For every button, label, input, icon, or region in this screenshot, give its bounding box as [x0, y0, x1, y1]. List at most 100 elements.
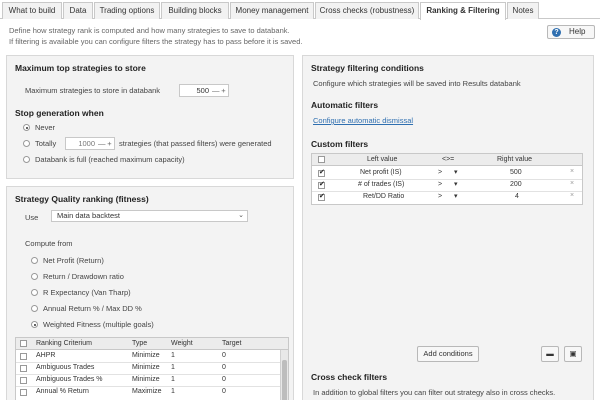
fitness-option-label: Annual Return % / Max DD %	[43, 304, 142, 313]
stop-generation-title: Stop generation when	[15, 108, 104, 118]
type-cell[interactable]: Minimize	[132, 363, 160, 373]
filter-row-checkbox[interactable]	[318, 192, 325, 201]
save-icon: ▣	[569, 349, 577, 358]
column-header: Left value	[367, 156, 398, 163]
max-strategies-stepper[interactable]: 500 — +	[179, 84, 229, 97]
folder-icon: ▬	[546, 349, 554, 358]
help-button[interactable]: ? Help	[547, 25, 595, 39]
filter-left-value[interactable]: Ret/DD Ratio	[363, 192, 404, 202]
column-header: <>=	[442, 156, 455, 163]
page-description: Define how strategy rank is computed and…	[9, 25, 303, 47]
filter-row-checkbox[interactable]	[318, 168, 325, 177]
table-scrollbar[interactable]	[280, 350, 288, 400]
weight-cell[interactable]: 1	[171, 351, 175, 361]
tab-notes[interactable]: Notes	[507, 2, 539, 19]
max-strategies-panel: Maximum top strategies to store Maximum …	[6, 55, 294, 179]
type-cell[interactable]: Minimize	[132, 375, 160, 385]
scrollbar-thumb[interactable]	[282, 360, 287, 400]
tab-cross-checks[interactable]: Cross checks (robustness)	[315, 2, 419, 19]
filter-row-checkbox[interactable]	[318, 180, 325, 189]
row-checkbox[interactable]	[20, 389, 27, 396]
chevron-down-icon: ⌄	[238, 212, 244, 219]
open-folder-button[interactable]: ▬	[541, 346, 559, 362]
stop-full-label: Databank is full (reached maximum capaci…	[35, 155, 185, 164]
filter-left-value[interactable]: # of trades (IS)	[358, 180, 404, 190]
type-cell[interactable]: Maximize	[132, 387, 162, 397]
filter-operator[interactable]: >	[438, 168, 442, 178]
filter-left-value[interactable]: Net profit (IS)	[360, 168, 402, 178]
target-cell[interactable]: 0	[222, 363, 226, 373]
filter-right-value[interactable]: 200	[510, 180, 522, 190]
fitness-option-label: Return / Drawdown ratio	[43, 272, 124, 281]
help-button-label: Help	[569, 27, 586, 36]
fitness-option-radio-selected[interactable]	[31, 321, 38, 328]
target-cell[interactable]: 0	[222, 375, 226, 385]
weight-cell[interactable]: 1	[171, 375, 175, 385]
stop-never-radio[interactable]	[23, 124, 30, 131]
target-cell[interactable]: 0	[222, 351, 226, 361]
minus-icon[interactable]: —	[212, 85, 220, 96]
plus-icon[interactable]: +	[220, 85, 227, 96]
stop-totally-radio[interactable]	[23, 140, 30, 147]
save-button[interactable]: ▣	[564, 346, 582, 362]
dropdown-arrow-icon[interactable]: ▾	[454, 192, 458, 202]
add-conditions-button[interactable]: Add conditions	[417, 346, 479, 362]
row-checkbox[interactable]	[20, 365, 27, 372]
minus-icon[interactable]: —	[98, 138, 106, 149]
column-header: Type	[132, 340, 148, 347]
column-header: Ranking Criterium	[36, 340, 93, 347]
tab-data[interactable]: Data	[63, 2, 93, 19]
stop-never-label: Never	[35, 123, 56, 132]
compute-from-label: Compute from	[25, 239, 73, 248]
stop-totally-label: Totally	[35, 139, 57, 148]
select-all-checkbox[interactable]	[20, 340, 27, 347]
row-divider	[312, 191, 582, 192]
stop-full-radio[interactable]	[23, 156, 30, 163]
remove-filter-icon[interactable]: ×	[570, 192, 574, 199]
automatic-filters-title: Automatic filters	[311, 100, 379, 110]
target-cell[interactable]: 0	[222, 387, 226, 397]
filtering-subtitle: Configure which strategies will be saved…	[313, 79, 521, 88]
fitness-option-radio[interactable]	[31, 273, 38, 280]
use-label: Use	[25, 213, 39, 222]
stop-totally-value: 1000	[78, 139, 95, 148]
remove-filter-icon[interactable]: ×	[570, 180, 574, 187]
remove-filter-icon[interactable]: ×	[570, 168, 574, 175]
type-cell[interactable]: Minimize	[132, 351, 160, 361]
weight-cell[interactable]: 1	[171, 363, 175, 373]
filter-right-value[interactable]: 4	[515, 192, 519, 202]
custom-filters-title: Custom filters	[311, 139, 369, 149]
description-line-2: If filtering is available you can config…	[9, 37, 303, 46]
tab-building-blocks[interactable]: Building blocks	[161, 2, 229, 19]
description-line-1: Define how strategy rank is computed and…	[9, 26, 290, 35]
dropdown-arrow-icon[interactable]: ▾	[454, 168, 458, 178]
dropdown-arrow-icon[interactable]: ▾	[454, 180, 458, 190]
use-select[interactable]: Main data backtest ⌄	[51, 210, 248, 222]
column-header: Right value	[497, 156, 533, 163]
fitness-option-radio[interactable]	[31, 305, 38, 312]
configure-dismissal-link[interactable]: Configure automatic dismissal	[313, 116, 413, 125]
tab-what-to-build[interactable]: What to build	[2, 2, 62, 19]
stop-totally-suffix: strategies (that passed filters) were ge…	[119, 139, 272, 148]
tab-money-management[interactable]: Money management	[230, 2, 314, 19]
column-header: Target	[222, 340, 242, 347]
use-select-value: Main data backtest	[57, 211, 120, 220]
criterium-cell: Annual % Return	[36, 388, 89, 395]
help-icon: ?	[552, 28, 561, 37]
ranking-criteria-table: Ranking Criterium Type Weight Target AHP…	[15, 337, 289, 400]
filter-right-value[interactable]: 500	[510, 168, 522, 178]
fitness-option-label: Weighted Fitness (multiple goals)	[43, 320, 154, 329]
stop-totally-stepper[interactable]: 1000 — +	[65, 137, 115, 150]
tab-ranking-filtering[interactable]: Ranking & Filtering	[420, 2, 506, 20]
select-all-checkbox[interactable]	[318, 156, 325, 163]
tab-trading-options[interactable]: Trading options	[94, 2, 160, 19]
fitness-option-radio[interactable]	[31, 257, 38, 264]
weight-cell[interactable]: 1	[171, 387, 175, 397]
row-checkbox[interactable]	[20, 353, 27, 360]
plus-icon[interactable]: +	[106, 138, 113, 149]
filter-operator[interactable]: >	[438, 192, 442, 202]
fitness-option-radio[interactable]	[31, 289, 38, 296]
filter-operator[interactable]: >	[438, 180, 442, 190]
row-divider	[312, 179, 582, 180]
row-checkbox[interactable]	[20, 377, 27, 384]
